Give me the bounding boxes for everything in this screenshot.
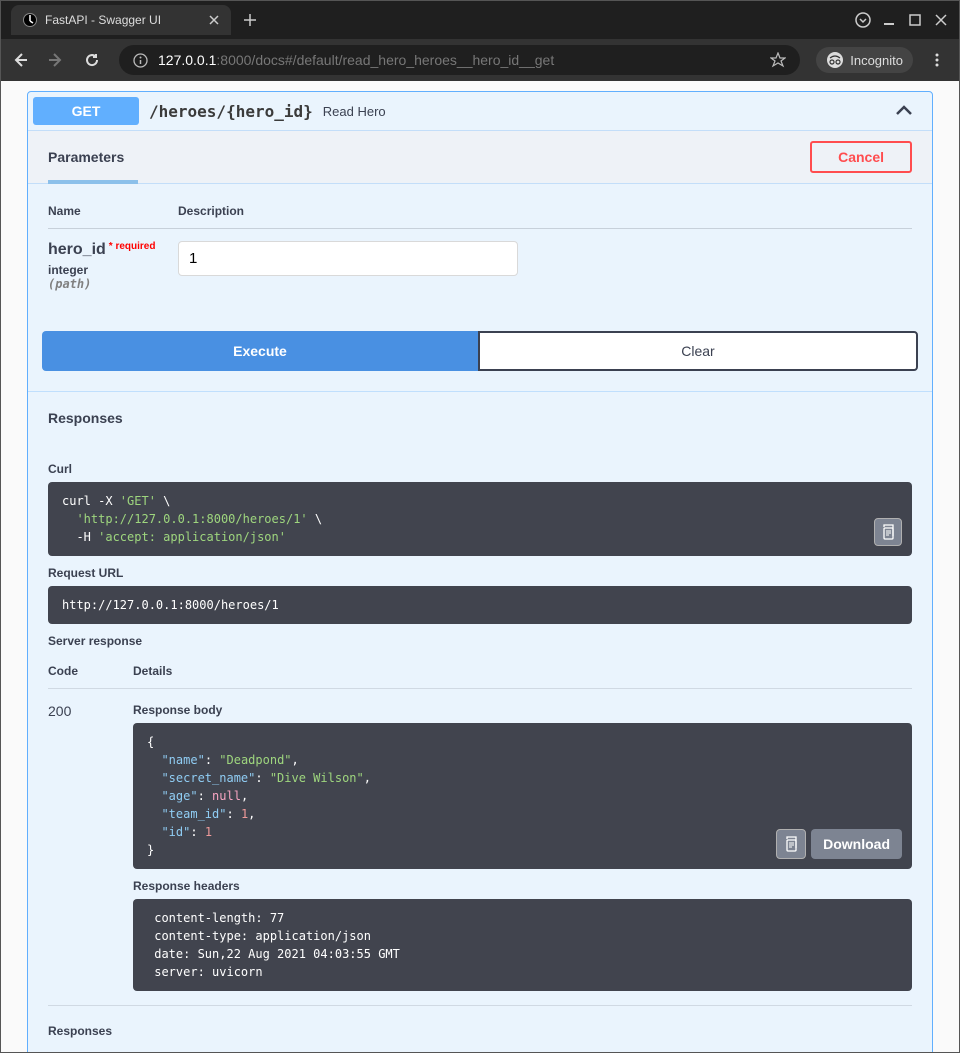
parameters-title: Parameters — [48, 149, 124, 165]
endpoint-summary[interactable]: GET /heroes/{hero_id} Read Hero — [28, 92, 932, 130]
reload-button[interactable] — [83, 51, 103, 69]
response-headers-block: content-length: 77 content-type: applica… — [133, 899, 912, 991]
close-tab-icon[interactable] — [209, 15, 219, 25]
name-header: Name — [48, 204, 178, 218]
response-details: Response body { "name": "Deadpond", "sec… — [133, 703, 912, 991]
copy-response-button[interactable] — [776, 829, 806, 859]
param-location: (path) — [48, 277, 178, 291]
param-name-cell: hero_id* required integer (path) — [48, 241, 178, 291]
favicon — [23, 13, 37, 27]
browser-tab[interactable]: FastAPI - Swagger UI — [11, 5, 231, 35]
response-body-label: Response body — [133, 703, 912, 717]
execute-button[interactable]: Execute — [42, 331, 478, 371]
parameters-header: Parameters Cancel — [28, 130, 932, 184]
response-body-block: { "name": "Deadpond", "secret_name": "Di… — [133, 723, 912, 869]
server-response-label: Server response — [48, 634, 912, 648]
page-content[interactable]: GET /heroes/{hero_id} Read Hero Paramete… — [1, 81, 959, 1052]
url-bar[interactable]: 127.0.0.1:8000/docs#/default/read_hero_h… — [119, 45, 800, 75]
close-window-icon[interactable] — [935, 14, 947, 26]
download-button[interactable]: Download — [811, 829, 902, 859]
back-button[interactable] — [11, 51, 31, 69]
menu-icon[interactable] — [929, 52, 949, 68]
copy-curl-button[interactable] — [874, 518, 902, 546]
parameters-table: Name Description hero_id* required integ… — [28, 184, 932, 311]
status-code: 200 — [48, 703, 133, 991]
param-type: integer — [48, 263, 178, 277]
url-text: 127.0.0.1:8000/docs#/default/read_hero_h… — [158, 52, 760, 68]
nav-bar: 127.0.0.1:8000/docs#/default/read_hero_h… — [1, 39, 959, 81]
tab-bar: FastAPI - Swagger UI — [1, 1, 959, 39]
incognito-label: Incognito — [850, 53, 903, 68]
required-marker: * required — [109, 241, 156, 252]
details-header: Details — [133, 664, 912, 678]
hero-id-input[interactable] — [178, 241, 518, 276]
cancel-button[interactable]: Cancel — [810, 141, 912, 173]
browser-window: FastAPI - Swagger UI — [0, 0, 960, 1053]
response-headers-label: Response headers — [133, 879, 912, 893]
minimize-icon[interactable] — [883, 14, 895, 26]
star-icon[interactable] — [770, 52, 786, 68]
schema-table-header: Code Description Links — [48, 1044, 912, 1052]
responses-title: Responses — [28, 391, 932, 444]
new-tab-button[interactable] — [231, 5, 269, 35]
maximize-icon[interactable] — [909, 14, 921, 26]
curl-block: curl -X 'GET' \ 'http://127.0.0.1:8000/h… — [48, 482, 912, 556]
code-header: Code — [48, 664, 133, 678]
site-info-icon[interactable] — [133, 53, 148, 68]
execute-row: Execute Clear — [42, 331, 918, 371]
param-name: hero_id — [48, 241, 106, 258]
endpoint-block: GET /heroes/{hero_id} Read Hero Paramete… — [27, 91, 933, 1052]
param-input-cell — [178, 241, 518, 276]
desc-header: Description — [178, 204, 244, 218]
response-table-header: Code Details — [48, 654, 912, 689]
responses-body: Curl curl -X 'GET' \ 'http://127.0.0.1:8… — [28, 444, 932, 1052]
chevron-up-icon[interactable] — [895, 105, 913, 117]
clear-button[interactable]: Clear — [478, 331, 918, 371]
tab-options-icon[interactable] — [855, 12, 871, 28]
responses-schema-title: Responses — [48, 1024, 912, 1038]
endpoint-path: /heroes/{hero_id} — [149, 102, 313, 121]
tab-title: FastAPI - Swagger UI — [45, 13, 161, 27]
method-badge: GET — [33, 97, 139, 125]
curl-label: Curl — [48, 462, 912, 476]
param-header-row: Name Description — [48, 204, 912, 229]
response-row: 200 Response body { "name": "Deadpond", … — [48, 689, 912, 1006]
request-url-block: http://127.0.0.1:8000/heroes/1 — [48, 586, 912, 624]
incognito-badge[interactable]: Incognito — [816, 47, 913, 73]
tab-indicator — [48, 180, 138, 184]
endpoint-summary-text: Read Hero — [323, 104, 386, 119]
param-row: hero_id* required integer (path) — [48, 241, 912, 291]
request-url-label: Request URL — [48, 566, 912, 580]
forward-button[interactable] — [47, 51, 67, 69]
